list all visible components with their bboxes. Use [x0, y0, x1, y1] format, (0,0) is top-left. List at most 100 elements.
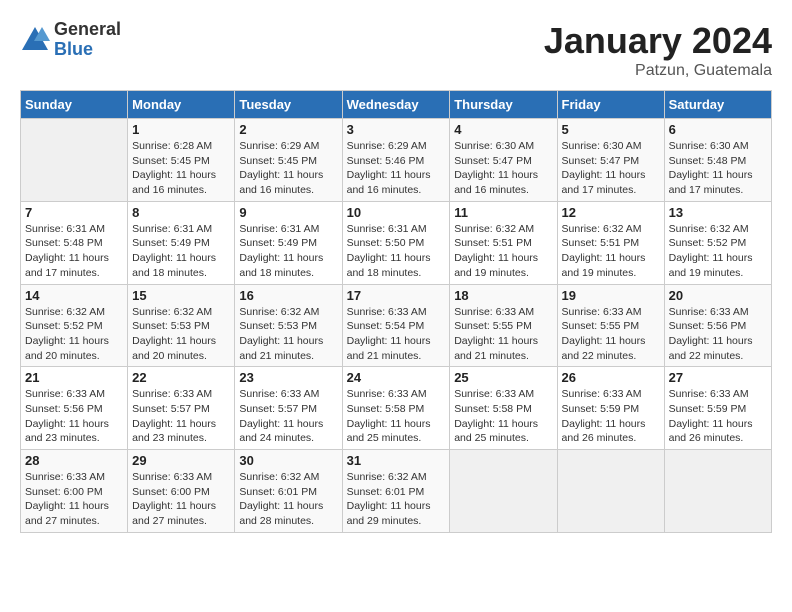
day-info: Sunrise: 6:32 AM Sunset: 5:52 PM Dayligh…	[25, 305, 123, 364]
location: Patzun, Guatemala	[544, 62, 772, 80]
calendar-cell	[21, 119, 128, 202]
calendar-cell	[450, 450, 557, 533]
weekday-header: Saturday	[664, 91, 771, 119]
day-info: Sunrise: 6:33 AM Sunset: 6:00 PM Dayligh…	[25, 470, 123, 529]
day-info: Sunrise: 6:33 AM Sunset: 5:58 PM Dayligh…	[454, 387, 552, 446]
calendar-cell: 31Sunrise: 6:32 AM Sunset: 6:01 PM Dayli…	[342, 450, 450, 533]
calendar-cell: 4 Sunrise: 6:30 AM Sunset: 5:47 PM Daylig…	[450, 119, 557, 202]
calendar-cell: 12 Sunrise: 6:32 AM Sunset: 5:51 PM Dayli…	[557, 201, 664, 284]
day-number: 25	[454, 370, 552, 385]
calendar-week-row: 28 Sunrise: 6:33 AM Sunset: 6:00 PM Dayli…	[21, 450, 772, 533]
calendar-cell: 18 Sunrise: 6:33 AM Sunset: 5:55 PM Dayli…	[450, 284, 557, 367]
day-number: 4	[454, 122, 552, 137]
logo-text: General Blue	[54, 20, 121, 60]
day-number: 23	[239, 370, 337, 385]
weekday-header: Tuesday	[235, 91, 342, 119]
day-number: 16	[239, 288, 337, 303]
day-number: 18	[454, 288, 552, 303]
calendar-cell: 13 Sunrise: 6:32 AM Sunset: 5:52 PM Dayli…	[664, 201, 771, 284]
calendar-cell: 17 Sunrise: 6:33 AM Sunset: 5:54 PM Dayli…	[342, 284, 450, 367]
day-number: 19	[562, 288, 660, 303]
weekday-header: Monday	[128, 91, 235, 119]
calendar-cell: 2Sunrise: 6:29 AM Sunset: 5:45 PM Daylig…	[235, 119, 342, 202]
title-block: January 2024 Patzun, Guatemala	[544, 20, 772, 80]
calendar-cell	[664, 450, 771, 533]
day-info: Sunrise: 6:31 AM Sunset: 5:49 PM Dayligh…	[239, 222, 337, 281]
calendar-week-row: 1 Sunrise: 6:28 AM Sunset: 5:45 PM Daylig…	[21, 119, 772, 202]
day-number: 24	[347, 370, 446, 385]
month-title: January 2024	[544, 20, 772, 62]
day-number: 26	[562, 370, 660, 385]
day-number: 3	[347, 122, 446, 137]
day-info: Sunrise: 6:33 AM Sunset: 6:00 PM Dayligh…	[132, 470, 230, 529]
logo-general: General	[54, 20, 121, 40]
weekday-row: SundayMondayTuesdayWednesdayThursdayFrid…	[21, 91, 772, 119]
calendar-cell: 1 Sunrise: 6:28 AM Sunset: 5:45 PM Daylig…	[128, 119, 235, 202]
calendar-week-row: 14Sunrise: 6:32 AM Sunset: 5:52 PM Dayli…	[21, 284, 772, 367]
day-number: 15	[132, 288, 230, 303]
weekday-header: Wednesday	[342, 91, 450, 119]
calendar-week-row: 7Sunrise: 6:31 AM Sunset: 5:48 PM Daylig…	[21, 201, 772, 284]
day-number: 9	[239, 205, 337, 220]
logo-blue: Blue	[54, 40, 121, 60]
calendar-cell: 21Sunrise: 6:33 AM Sunset: 5:56 PM Dayli…	[21, 367, 128, 450]
day-number: 20	[669, 288, 767, 303]
day-number: 11	[454, 205, 552, 220]
day-info: Sunrise: 6:30 AM Sunset: 5:47 PM Dayligh…	[562, 139, 660, 198]
day-info: Sunrise: 6:31 AM Sunset: 5:50 PM Dayligh…	[347, 222, 446, 281]
day-info: Sunrise: 6:33 AM Sunset: 5:58 PM Dayligh…	[347, 387, 446, 446]
calendar-cell: 20Sunrise: 6:33 AM Sunset: 5:56 PM Dayli…	[664, 284, 771, 367]
page-header: General Blue January 2024 Patzun, Guatem…	[20, 20, 772, 80]
calendar-table: SundayMondayTuesdayWednesdayThursdayFrid…	[20, 90, 772, 533]
day-number: 27	[669, 370, 767, 385]
weekday-header: Sunday	[21, 91, 128, 119]
day-info: Sunrise: 6:32 AM Sunset: 5:51 PM Dayligh…	[562, 222, 660, 281]
calendar-cell: 29 Sunrise: 6:33 AM Sunset: 6:00 PM Dayli…	[128, 450, 235, 533]
day-number: 17	[347, 288, 446, 303]
calendar-body: 1 Sunrise: 6:28 AM Sunset: 5:45 PM Daylig…	[21, 119, 772, 533]
day-info: Sunrise: 6:30 AM Sunset: 5:48 PM Dayligh…	[669, 139, 767, 198]
day-info: Sunrise: 6:33 AM Sunset: 5:57 PM Dayligh…	[239, 387, 337, 446]
calendar-cell: 8Sunrise: 6:31 AM Sunset: 5:49 PM Daylig…	[128, 201, 235, 284]
day-info: Sunrise: 6:30 AM Sunset: 5:47 PM Dayligh…	[454, 139, 552, 198]
calendar-header: SundayMondayTuesdayWednesdayThursdayFrid…	[21, 91, 772, 119]
day-info: Sunrise: 6:33 AM Sunset: 5:59 PM Dayligh…	[562, 387, 660, 446]
day-number: 13	[669, 205, 767, 220]
day-info: Sunrise: 6:33 AM Sunset: 5:56 PM Dayligh…	[25, 387, 123, 446]
day-info: Sunrise: 6:32 AM Sunset: 5:53 PM Dayligh…	[239, 305, 337, 364]
calendar-cell: 19Sunrise: 6:33 AM Sunset: 5:55 PM Dayli…	[557, 284, 664, 367]
calendar-cell: 9 Sunrise: 6:31 AM Sunset: 5:49 PM Daylig…	[235, 201, 342, 284]
day-number: 5	[562, 122, 660, 137]
calendar-cell: 5 Sunrise: 6:30 AM Sunset: 5:47 PM Daylig…	[557, 119, 664, 202]
calendar-week-row: 21Sunrise: 6:33 AM Sunset: 5:56 PM Dayli…	[21, 367, 772, 450]
day-info: Sunrise: 6:33 AM Sunset: 5:54 PM Dayligh…	[347, 305, 446, 364]
calendar-cell: 7Sunrise: 6:31 AM Sunset: 5:48 PM Daylig…	[21, 201, 128, 284]
day-number: 7	[25, 205, 123, 220]
day-number: 29	[132, 453, 230, 468]
day-number: 31	[347, 453, 446, 468]
weekday-header: Friday	[557, 91, 664, 119]
day-number: 30	[239, 453, 337, 468]
day-info: Sunrise: 6:32 AM Sunset: 5:51 PM Dayligh…	[454, 222, 552, 281]
calendar-cell: 16 Sunrise: 6:32 AM Sunset: 5:53 PM Dayli…	[235, 284, 342, 367]
calendar-cell: 23 Sunrise: 6:33 AM Sunset: 5:57 PM Dayli…	[235, 367, 342, 450]
day-info: Sunrise: 6:28 AM Sunset: 5:45 PM Dayligh…	[132, 139, 230, 198]
day-number: 1	[132, 122, 230, 137]
calendar-cell: 24 Sunrise: 6:33 AM Sunset: 5:58 PM Dayli…	[342, 367, 450, 450]
calendar-cell: 11 Sunrise: 6:32 AM Sunset: 5:51 PM Dayli…	[450, 201, 557, 284]
calendar-cell: 28 Sunrise: 6:33 AM Sunset: 6:00 PM Dayli…	[21, 450, 128, 533]
calendar-cell: 30Sunrise: 6:32 AM Sunset: 6:01 PM Dayli…	[235, 450, 342, 533]
day-info: Sunrise: 6:33 AM Sunset: 5:57 PM Dayligh…	[132, 387, 230, 446]
calendar-cell: 3Sunrise: 6:29 AM Sunset: 5:46 PM Daylig…	[342, 119, 450, 202]
calendar-cell	[557, 450, 664, 533]
calendar-cell: 14Sunrise: 6:32 AM Sunset: 5:52 PM Dayli…	[21, 284, 128, 367]
calendar-cell: 10Sunrise: 6:31 AM Sunset: 5:50 PM Dayli…	[342, 201, 450, 284]
day-number: 22	[132, 370, 230, 385]
day-number: 28	[25, 453, 123, 468]
calendar-cell: 15Sunrise: 6:32 AM Sunset: 5:53 PM Dayli…	[128, 284, 235, 367]
day-info: Sunrise: 6:33 AM Sunset: 5:55 PM Dayligh…	[454, 305, 552, 364]
calendar-cell: 27Sunrise: 6:33 AM Sunset: 5:59 PM Dayli…	[664, 367, 771, 450]
day-number: 12	[562, 205, 660, 220]
day-info: Sunrise: 6:29 AM Sunset: 5:45 PM Dayligh…	[239, 139, 337, 198]
day-info: Sunrise: 6:32 AM Sunset: 5:52 PM Dayligh…	[669, 222, 767, 281]
